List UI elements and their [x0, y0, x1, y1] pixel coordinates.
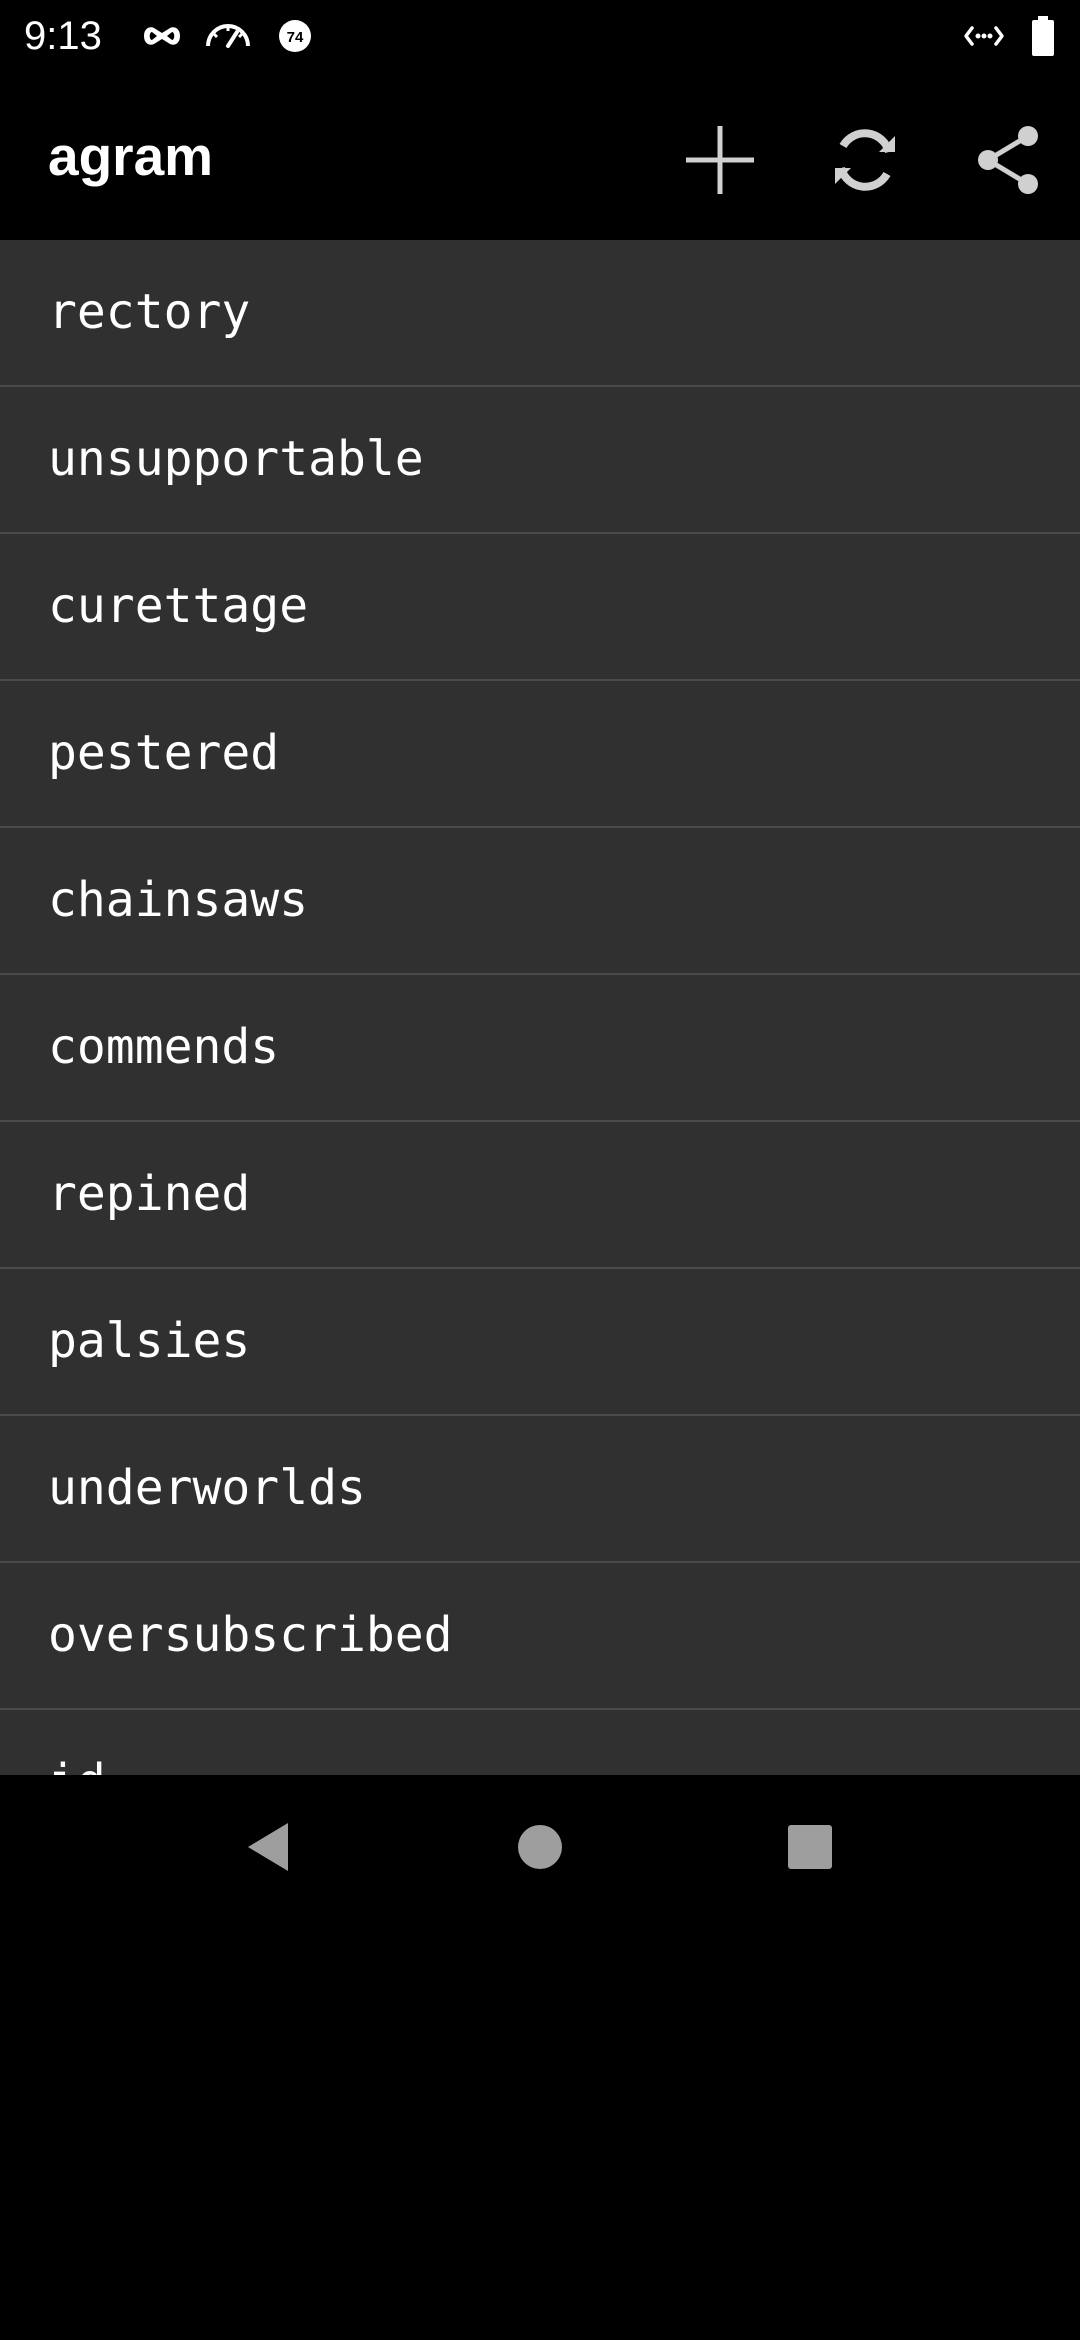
word-label: oversubscribed — [48, 1607, 453, 1663]
word-label: pestered — [48, 725, 280, 781]
word-label: id — [48, 1754, 106, 1775]
refresh-icon — [827, 122, 903, 198]
list-item[interactable]: palsies — [0, 1269, 1080, 1416]
speedometer-icon — [204, 14, 252, 58]
word-label: chainsaws — [48, 872, 309, 928]
recents-button[interactable] — [760, 1797, 860, 1897]
back-icon — [242, 1819, 294, 1875]
empty-area — [0, 1920, 1080, 2340]
list-item[interactable]: commends — [0, 975, 1080, 1122]
word-label: repined — [48, 1166, 251, 1222]
status-time: 9:13 — [24, 14, 102, 58]
list-item[interactable]: underworlds — [0, 1416, 1080, 1563]
data-saver-icon — [962, 14, 1006, 58]
list-item[interactable]: curettage — [0, 534, 1080, 681]
badge-74-icon: 74 — [276, 14, 314, 58]
recents-icon — [786, 1823, 834, 1871]
word-label: underworlds — [48, 1460, 366, 1516]
home-button[interactable] — [490, 1797, 590, 1897]
list-item[interactable]: oversubscribed — [0, 1563, 1080, 1710]
word-label: unsupportable — [48, 431, 424, 487]
back-button[interactable] — [218, 1797, 318, 1897]
share-icon — [972, 124, 1044, 196]
incognito-icon — [140, 14, 184, 58]
app-title: agram — [48, 125, 214, 187]
badge-number: 74 — [287, 29, 304, 46]
battery-icon — [1030, 14, 1056, 58]
add-button[interactable] — [672, 112, 768, 208]
word-label: curettage — [48, 578, 309, 634]
add-icon — [682, 122, 758, 198]
list-item[interactable]: chainsaws — [0, 828, 1080, 975]
share-button[interactable] — [960, 112, 1056, 208]
list-item[interactable]: pestered — [0, 681, 1080, 828]
list-item[interactable]: id — [0, 1710, 1080, 1775]
status-bar: 9:13 74 — [0, 0, 1080, 72]
list-item[interactable]: unsupportable — [0, 387, 1080, 534]
home-icon — [516, 1823, 564, 1871]
refresh-button[interactable] — [817, 112, 913, 208]
list-item[interactable]: rectory — [0, 240, 1080, 387]
navigation-bar — [0, 1775, 1080, 1920]
word-list[interactable]: rectory unsupportable curettage pestered… — [0, 240, 1080, 1775]
word-label: commends — [48, 1019, 280, 1075]
word-label: palsies — [48, 1313, 251, 1369]
app-bar: agram — [0, 72, 1080, 240]
list-item[interactable]: repined — [0, 1122, 1080, 1269]
word-label: rectory — [48, 284, 251, 340]
